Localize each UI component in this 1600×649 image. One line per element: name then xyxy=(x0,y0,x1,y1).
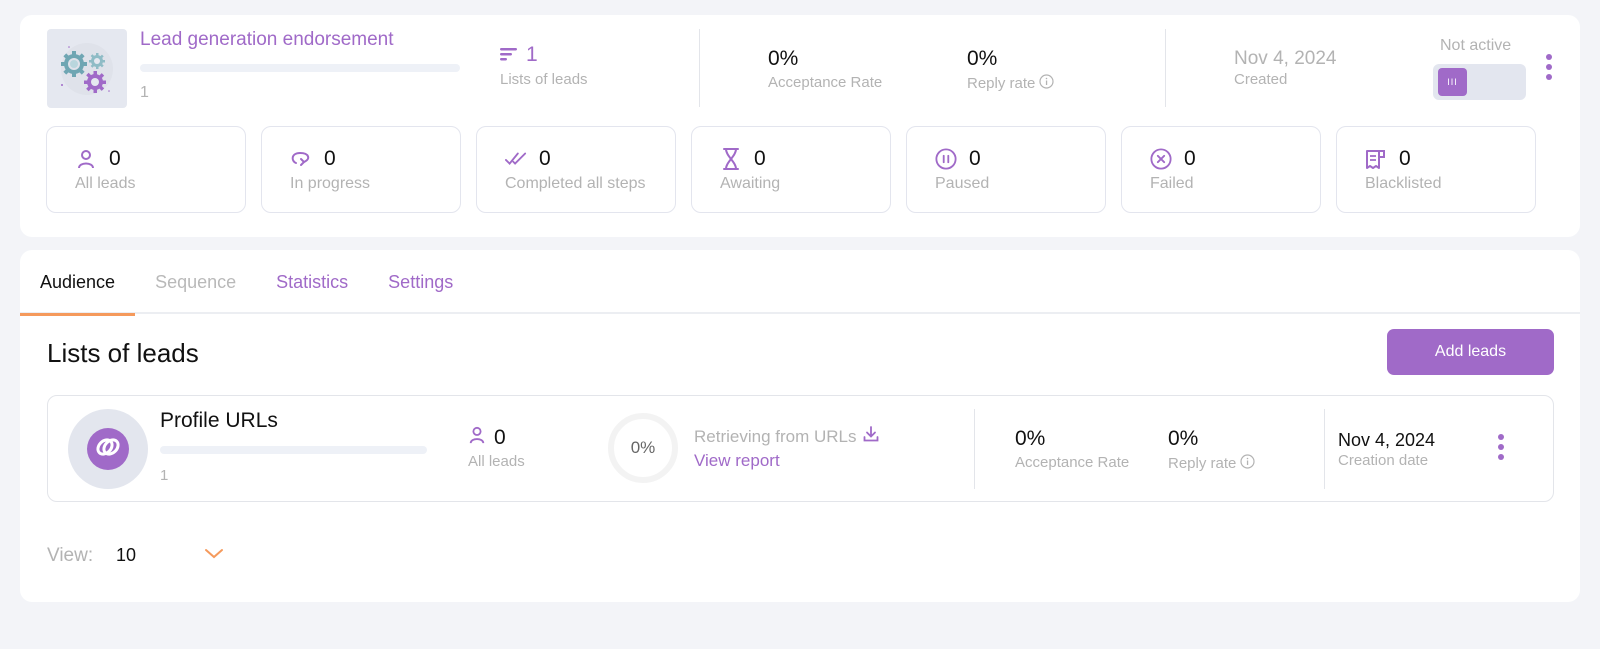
lists-of-leads-stat: 1 Lists of leads xyxy=(500,43,588,88)
retrieval-status-text: Retrieving from URLs xyxy=(694,426,857,446)
pause-circle-icon xyxy=(935,148,957,170)
tile-label: Failed xyxy=(1150,175,1194,192)
user-icon xyxy=(468,426,486,450)
list-name[interactable]: Profile URLs xyxy=(160,409,278,433)
user-icon xyxy=(75,148,97,170)
list-all-leads-stat: 0 All leads xyxy=(468,426,525,470)
divider xyxy=(1324,409,1325,489)
view-report-link[interactable]: View report xyxy=(694,451,879,471)
divider xyxy=(699,29,700,107)
tile-value: 0 xyxy=(1399,147,1411,170)
info-icon[interactable] xyxy=(1039,74,1054,93)
acceptance-rate-label: Acceptance Rate xyxy=(768,74,883,91)
tile-label: Paused xyxy=(935,175,990,192)
campaign-gears-image xyxy=(47,29,127,108)
created-date: Nov 4, 2024 xyxy=(1234,48,1337,69)
list-reply-rate-label: Reply rate xyxy=(1168,455,1237,472)
campaign-status-label: Not active xyxy=(1440,37,1512,54)
list-avatar xyxy=(68,409,148,489)
page-size-select[interactable]: 10 xyxy=(116,545,136,566)
campaign-active-toggle[interactable]: III xyxy=(1433,64,1526,100)
tile-label: In progress xyxy=(290,175,371,192)
list-acceptance-rate-stat: 0% Acceptance Rate xyxy=(1015,427,1129,471)
tab-settings[interactable]: Settings xyxy=(368,250,473,314)
tile-failed[interactable]: 0 Failed xyxy=(1121,126,1321,213)
acceptance-rate-stat: 0% Acceptance Rate xyxy=(768,47,882,91)
lists-count: 1 xyxy=(526,43,538,66)
campaign-progress-bar xyxy=(140,64,460,72)
campaign-summary-card: Lead generation endorsement 1 1 Lists of… xyxy=(20,15,1580,237)
campaign-more-menu-icon[interactable] xyxy=(1544,54,1554,80)
tile-label: All leads xyxy=(75,175,136,192)
tile-completed-all-steps[interactable]: 0 Completed all steps xyxy=(476,126,676,213)
list-progress-count: 1 xyxy=(160,467,169,484)
link-icon xyxy=(95,434,121,465)
tile-value: 0 xyxy=(1184,147,1196,170)
tile-in-progress[interactable]: 0 In progress xyxy=(261,126,461,213)
tile-blacklisted[interactable]: 0 Blacklisted xyxy=(1336,126,1536,213)
tile-label: Blacklisted xyxy=(1365,175,1442,192)
double-check-icon xyxy=(505,148,527,170)
acceptance-rate-value: 0% xyxy=(768,47,799,70)
chevron-down-icon[interactable] xyxy=(204,547,224,565)
hourglass-icon xyxy=(720,148,742,170)
lists-label: Lists of leads xyxy=(500,71,588,88)
list-all-leads-value: 0 xyxy=(494,426,506,449)
tile-all-leads[interactable]: 0 All leads xyxy=(46,126,246,213)
tile-value: 0 xyxy=(539,147,551,170)
add-leads-button[interactable]: Add leads xyxy=(1387,329,1554,375)
tile-label: Completed all steps xyxy=(505,175,646,192)
tile-value: 0 xyxy=(969,147,981,170)
tab-audience[interactable]: Audience xyxy=(20,250,136,316)
campaign-detail-card: Audience Sequence Statistics Settings Li… xyxy=(20,250,1580,602)
list-creation-date: Nov 4, 2024 xyxy=(1338,430,1436,450)
tile-awaiting[interactable]: 0 Awaiting xyxy=(691,126,891,213)
info-icon[interactable] xyxy=(1240,454,1255,473)
toggle-knob[interactable]: III xyxy=(1438,68,1467,96)
list-more-menu-icon[interactable] xyxy=(1496,434,1506,460)
list-progress-bar xyxy=(160,446,427,454)
x-circle-icon xyxy=(1150,148,1172,170)
tile-value: 0 xyxy=(324,147,336,170)
divider xyxy=(1165,29,1166,107)
loop-arrow-icon xyxy=(290,148,312,170)
reply-rate-stat: 0% Reply rate xyxy=(967,47,1054,93)
reply-rate-value: 0% xyxy=(967,47,998,70)
list-reply-rate-stat: 0% Reply rate xyxy=(1168,427,1255,473)
tile-label: Awaiting xyxy=(720,175,781,192)
retrieval-progress-ring: 0% xyxy=(608,413,678,483)
divider xyxy=(974,409,975,489)
created-stat: Nov 4, 2024 Created xyxy=(1234,48,1336,88)
document-ban-icon xyxy=(1365,148,1387,170)
campaign-progress-count: 1 xyxy=(140,84,149,101)
lead-status-tiles: 0 All leads 0 In progress 0 Completed al… xyxy=(46,126,1536,213)
lead-list-row[interactable]: Profile URLs 1 0 All leads 0% Retrieving… xyxy=(47,395,1554,502)
tile-value: 0 xyxy=(754,147,766,170)
tab-statistics[interactable]: Statistics xyxy=(256,250,368,314)
campaign-title[interactable]: Lead generation endorsement xyxy=(140,29,394,51)
reply-rate-label: Reply rate xyxy=(967,75,1036,92)
list-acceptance-rate-value: 0% xyxy=(1015,427,1046,450)
tab-sequence[interactable]: Sequence xyxy=(135,250,256,314)
list-acceptance-rate-label: Acceptance Rate xyxy=(1015,454,1130,471)
list-creation-date-stat: Nov 4, 2024 Creation date xyxy=(1338,430,1435,469)
list-all-leads-label: All leads xyxy=(468,453,525,470)
list-creation-label: Creation date xyxy=(1338,452,1429,469)
created-label: Created xyxy=(1234,71,1288,88)
tile-value: 0 xyxy=(109,147,121,170)
download-icon[interactable] xyxy=(863,426,879,447)
list-lines-icon xyxy=(500,43,518,67)
list-reply-rate-value: 0% xyxy=(1168,427,1199,450)
section-title: Lists of leads xyxy=(47,338,199,368)
view-label: View: xyxy=(47,545,94,566)
tab-bar: Audience Sequence Statistics Settings xyxy=(20,250,1580,316)
tile-paused[interactable]: 0 Paused xyxy=(906,126,1106,213)
retrieval-status: Retrieving from URLs View report xyxy=(694,426,879,471)
